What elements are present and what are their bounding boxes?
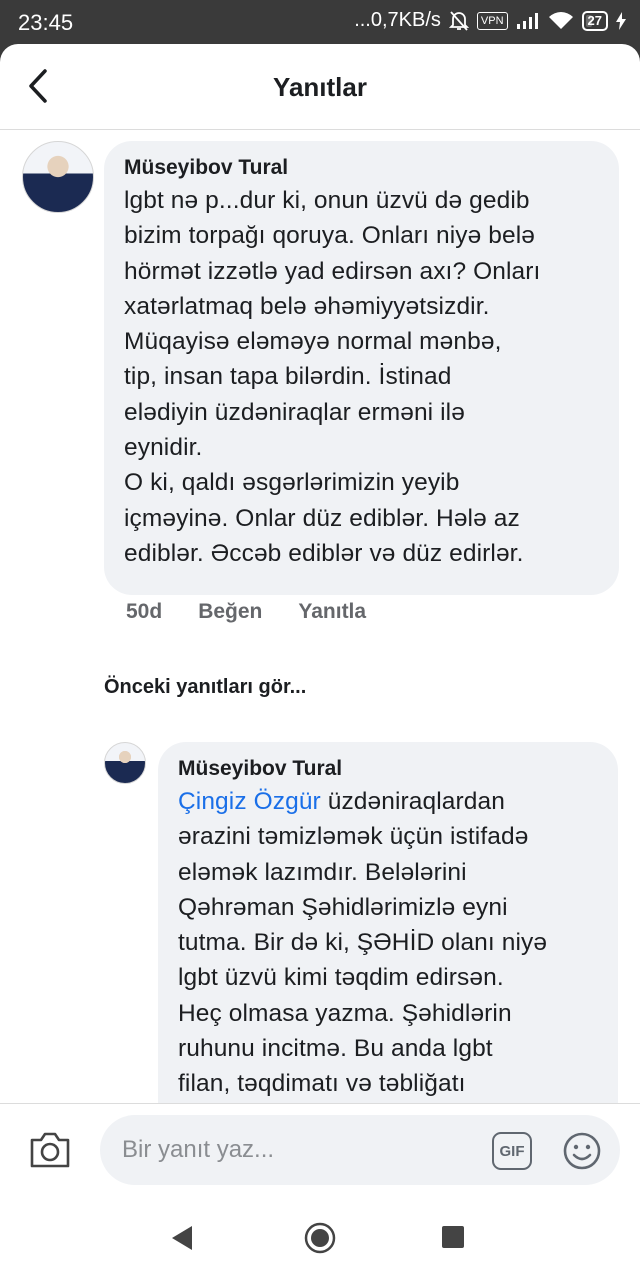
battery-level: 27 [587,13,602,28]
status-bar: 23:45 ...0,7KB/s VPN 27 [0,0,640,44]
avatar[interactable] [104,742,146,784]
status-icons: ...0,7KB/s VPN 27 [354,9,626,32]
reply-composer: GIF [0,1103,640,1195]
header: Yanıtlar [0,44,640,130]
reply-text-block: Çingiz Özgür üzdəniraqlardan ərazini təm… [178,784,598,1102]
nav-recent-icon[interactable] [442,1226,464,1248]
nav-home-icon[interactable] [304,1222,336,1254]
page-title: Yanıtlar [273,72,367,102]
status-time: 23:45 [18,10,74,35]
comment-bubble[interactable]: Müseyibov Tural lgbt nə p...dur ki, onun… [104,141,619,595]
reply-input-container: GIF [100,1115,620,1185]
reply-button[interactable]: Yanıtla [298,600,366,624]
battery-indicator: 27 [581,10,608,31]
comment-actions: 50d Beğen Yanıtla [126,600,366,624]
reply-text: üzdəniraqlardan ərazini təmizləmək üçün … [178,788,548,1098]
avatar[interactable] [22,141,94,213]
gif-button[interactable]: GIF [492,1132,532,1170]
network-speed: ...0,7KB/s [354,9,441,31]
comment-text: lgbt nə p...dur ki, onun üzvü də gedib b… [124,187,541,567]
wifi-icon [548,11,573,29]
reply-input[interactable] [122,1115,462,1185]
camera-button[interactable] [28,1130,72,1174]
like-button[interactable]: Beğen [198,600,262,624]
charging-icon [616,11,626,30]
vpn-badge: VPN [476,11,508,30]
signal-icon [516,12,538,29]
smiley-icon [563,1132,601,1170]
mention-link[interactable]: Çingiz Özgür [178,788,321,815]
previous-replies-link[interactable]: Önceki yanıtları gör... [104,676,306,699]
comment-author[interactable]: Müseyibov Tural [124,153,599,183]
camera-icon [30,1132,70,1168]
replies-sheet: Yanıtlar Müseyibov Tural lgbt nə p...dur… [0,44,640,1280]
system-nav-bar [0,1196,640,1280]
reply-author[interactable]: Müseyibov Tural [178,754,598,784]
reply-bubble[interactable]: Müseyibov Tural Çingiz Özgür üzdəniraqla… [158,742,618,1103]
nav-back-icon[interactable] [170,1224,194,1252]
mute-bell-icon [448,10,469,31]
comment-time: 50d [126,600,163,623]
replies-list[interactable]: Müseyibov Tural lgbt nə p...dur ki, onun… [0,131,640,1103]
emoji-button[interactable] [562,1131,602,1171]
